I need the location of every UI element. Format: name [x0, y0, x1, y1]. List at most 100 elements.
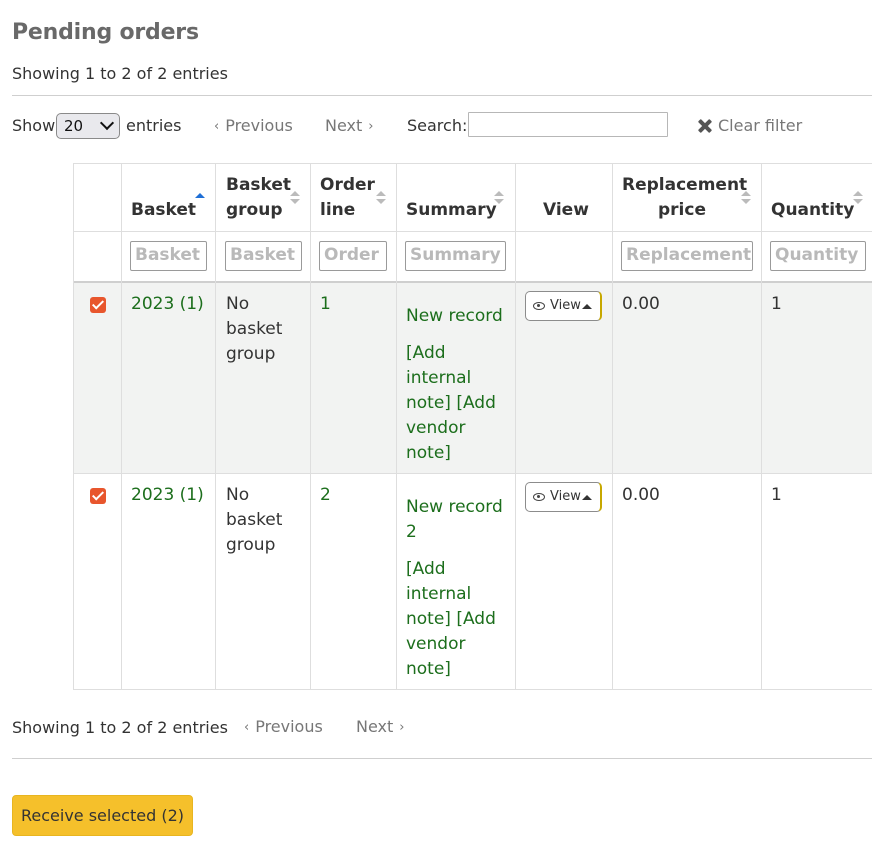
filter-basket-input[interactable]: Basket s [130, 241, 207, 271]
chevron-right-icon: › [368, 119, 374, 134]
basket-link[interactable]: 2023 (1) [131, 292, 204, 317]
clear-filter-button[interactable]: Clear filter [698, 116, 802, 135]
column-border [73, 163, 74, 690]
add-internal-note-link[interactable]: internal [406, 582, 496, 607]
header-line: Replacement [622, 175, 748, 195]
add-vendor-note-link[interactable]: note] [406, 657, 496, 682]
column-header-order-line[interactable]: Order line [320, 173, 375, 223]
previous-label: Previous [225, 116, 293, 135]
page-size-value: 20 [64, 117, 84, 135]
cell-line: basket [226, 319, 283, 339]
sort-icon[interactable] [494, 191, 504, 205]
column-header-view: View [543, 200, 589, 220]
basket-group-cell: No basket group [226, 483, 282, 558]
column-header-quantity[interactable]: Quantity [771, 198, 854, 223]
next-page-button[interactable]: Next › [325, 116, 379, 135]
order-line-link[interactable]: 2 [320, 483, 331, 508]
header-divider [73, 231, 872, 232]
column-header-basket-group[interactable]: Basket group [226, 173, 291, 223]
chevron-down-icon [99, 115, 115, 131]
column-header-basket[interactable]: Basket [131, 198, 196, 223]
basket-link[interactable]: 2023 (1) [131, 483, 204, 508]
page-size-select[interactable]: 20 [56, 113, 120, 139]
record-title-link[interactable]: 2 [406, 520, 503, 545]
caret-up-icon [582, 495, 592, 500]
divider-bottom [12, 758, 872, 759]
cell-line: No [226, 485, 250, 505]
header-line: Basket [226, 175, 292, 195]
column-border [310, 163, 311, 690]
previous-page-button[interactable]: ‹ Previous [208, 116, 293, 135]
sort-icon[interactable] [290, 191, 300, 205]
basket-group-cell: No basket group [226, 292, 282, 367]
sort-ascending-icon[interactable] [195, 193, 205, 207]
replacement-price-cell: 0.00 [622, 294, 660, 314]
add-vendor-note-link[interactable]: note] [Add [406, 607, 496, 632]
row-select-checkbox[interactable] [90, 297, 106, 313]
view-label: View [550, 489, 581, 504]
header-line: price [658, 200, 706, 220]
view-label: View [550, 298, 581, 313]
column-header-replacement-price[interactable]: Replacement price [622, 173, 748, 223]
order-line-link[interactable]: 1 [320, 292, 331, 317]
add-vendor-note-link[interactable]: vendor [406, 416, 496, 441]
table-border-bottom [73, 689, 872, 690]
eye-icon [533, 493, 545, 501]
chevron-left-icon: ‹ [214, 119, 220, 134]
cell-line: group [226, 535, 276, 555]
notes-cell: [Add internal note] [Add vendor note] [406, 557, 496, 682]
search-input[interactable] [468, 112, 668, 137]
caret-up-icon [582, 304, 592, 309]
row-divider [73, 473, 872, 474]
cell-line: group [226, 344, 276, 364]
sort-icon[interactable] [853, 191, 863, 205]
add-vendor-note-link[interactable]: note] [Add [406, 391, 496, 416]
column-border [121, 163, 122, 690]
row-select-checkbox[interactable] [90, 488, 106, 504]
add-vendor-note-link[interactable]: note] [406, 441, 496, 466]
column-border [612, 163, 613, 690]
filter-summary-input[interactable]: Summary s [405, 241, 506, 271]
header-line: Order [320, 175, 375, 195]
sort-icon[interactable] [376, 191, 386, 205]
column-border [761, 163, 762, 690]
close-icon [698, 119, 712, 133]
sort-icon[interactable] [741, 191, 751, 205]
table-info-top: Showing 1 to 2 of 2 entries [12, 64, 228, 83]
column-border [515, 163, 516, 690]
add-vendor-note-link[interactable]: vendor [406, 632, 496, 657]
filter-basket-group-input[interactable]: Basket g [225, 241, 302, 271]
previous-page-button[interactable]: ‹ Previous [238, 717, 323, 736]
filter-quantity-input[interactable]: Quantity s [770, 241, 866, 271]
receive-selected-button[interactable]: Receive selected (2) [12, 795, 193, 836]
add-internal-note-link[interactable]: internal [406, 366, 496, 391]
show-label: Show [12, 116, 56, 135]
entries-label: entries [126, 116, 182, 135]
page-title: Pending orders [12, 20, 199, 45]
quantity-cell: 1 [771, 485, 782, 505]
next-label: Next [325, 116, 363, 135]
table-border-top [73, 163, 872, 164]
search-label: Search: [407, 116, 468, 135]
table-info-bottom: Showing 1 to 2 of 2 entries [12, 718, 228, 737]
filter-order-line-input[interactable]: Order l [319, 241, 387, 271]
next-label: Next [356, 717, 394, 736]
view-dropdown-button[interactable]: View [525, 482, 602, 512]
replacement-price-cell: 0.00 [622, 485, 660, 505]
filter-replacement-price-input[interactable]: Replacement p [621, 241, 753, 271]
record-title-link[interactable]: New record [406, 495, 503, 520]
next-page-button[interactable]: Next › [356, 717, 410, 736]
column-header-summary[interactable]: Summary [406, 198, 497, 223]
column-border [215, 163, 216, 690]
quantity-cell: 1 [771, 294, 782, 314]
add-internal-note-link[interactable]: [Add [406, 557, 496, 582]
header-bottom-border [73, 281, 872, 283]
summary-cell: New record [406, 304, 503, 329]
chevron-left-icon: ‹ [244, 720, 250, 735]
cell-line: basket [226, 510, 283, 530]
record-title-link[interactable]: New record [406, 304, 503, 329]
clear-filter-label: Clear filter [718, 116, 803, 135]
add-internal-note-link[interactable]: [Add [406, 341, 496, 366]
view-dropdown-button[interactable]: View [525, 291, 602, 321]
cell-line: No [226, 294, 250, 314]
